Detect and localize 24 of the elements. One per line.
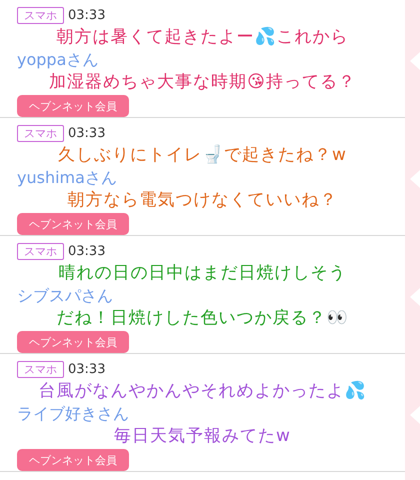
member-button[interactable]: ヘブンネット会員 (17, 449, 129, 471)
user-name[interactable]: yushimaさん (17, 168, 117, 187)
caption-text: 毎日天気予報みてたw (114, 425, 291, 447)
post-time: 03:33 (68, 8, 106, 23)
post-time: 03:33 (68, 244, 106, 259)
device-tag: スマホ (17, 125, 64, 142)
device-tag: スマホ (17, 361, 64, 378)
user-name[interactable]: シブスパさん (17, 286, 113, 305)
member-button[interactable]: ヘブンネット会員 (17, 95, 129, 117)
caption-text: だね！日焼けした色いつか戻る？👀 (56, 307, 348, 329)
member-button[interactable]: ヘブンネット会員 (17, 213, 129, 235)
member-button[interactable]: ヘブンネット会員 (17, 331, 129, 353)
caption-text: 朝方は暑くて起きたよー💦これから (56, 26, 348, 48)
device-tag: スマホ (17, 7, 64, 24)
caption-text: 朝方なら電気つけなくていいね？ (68, 189, 338, 211)
device-tag: スマホ (17, 243, 64, 260)
caption-text: 加湿器めちゃ大事な時期😘持ってる？ (49, 71, 356, 93)
post-time: 03:33 (68, 126, 106, 141)
user-name[interactable]: yoppaさん (17, 50, 98, 69)
user-name[interactable]: ライブ好きさん (17, 404, 129, 423)
caption-text: 台風がなんやかんやそれめよかったよ💦 (38, 380, 366, 402)
post-time: 03:33 (68, 362, 106, 377)
caption-text: 久しぶりにトイレ🚽で起きたね？w (58, 144, 347, 166)
caption-text: 晴れの日の日中はまだ日焼けしそう (58, 262, 346, 284)
